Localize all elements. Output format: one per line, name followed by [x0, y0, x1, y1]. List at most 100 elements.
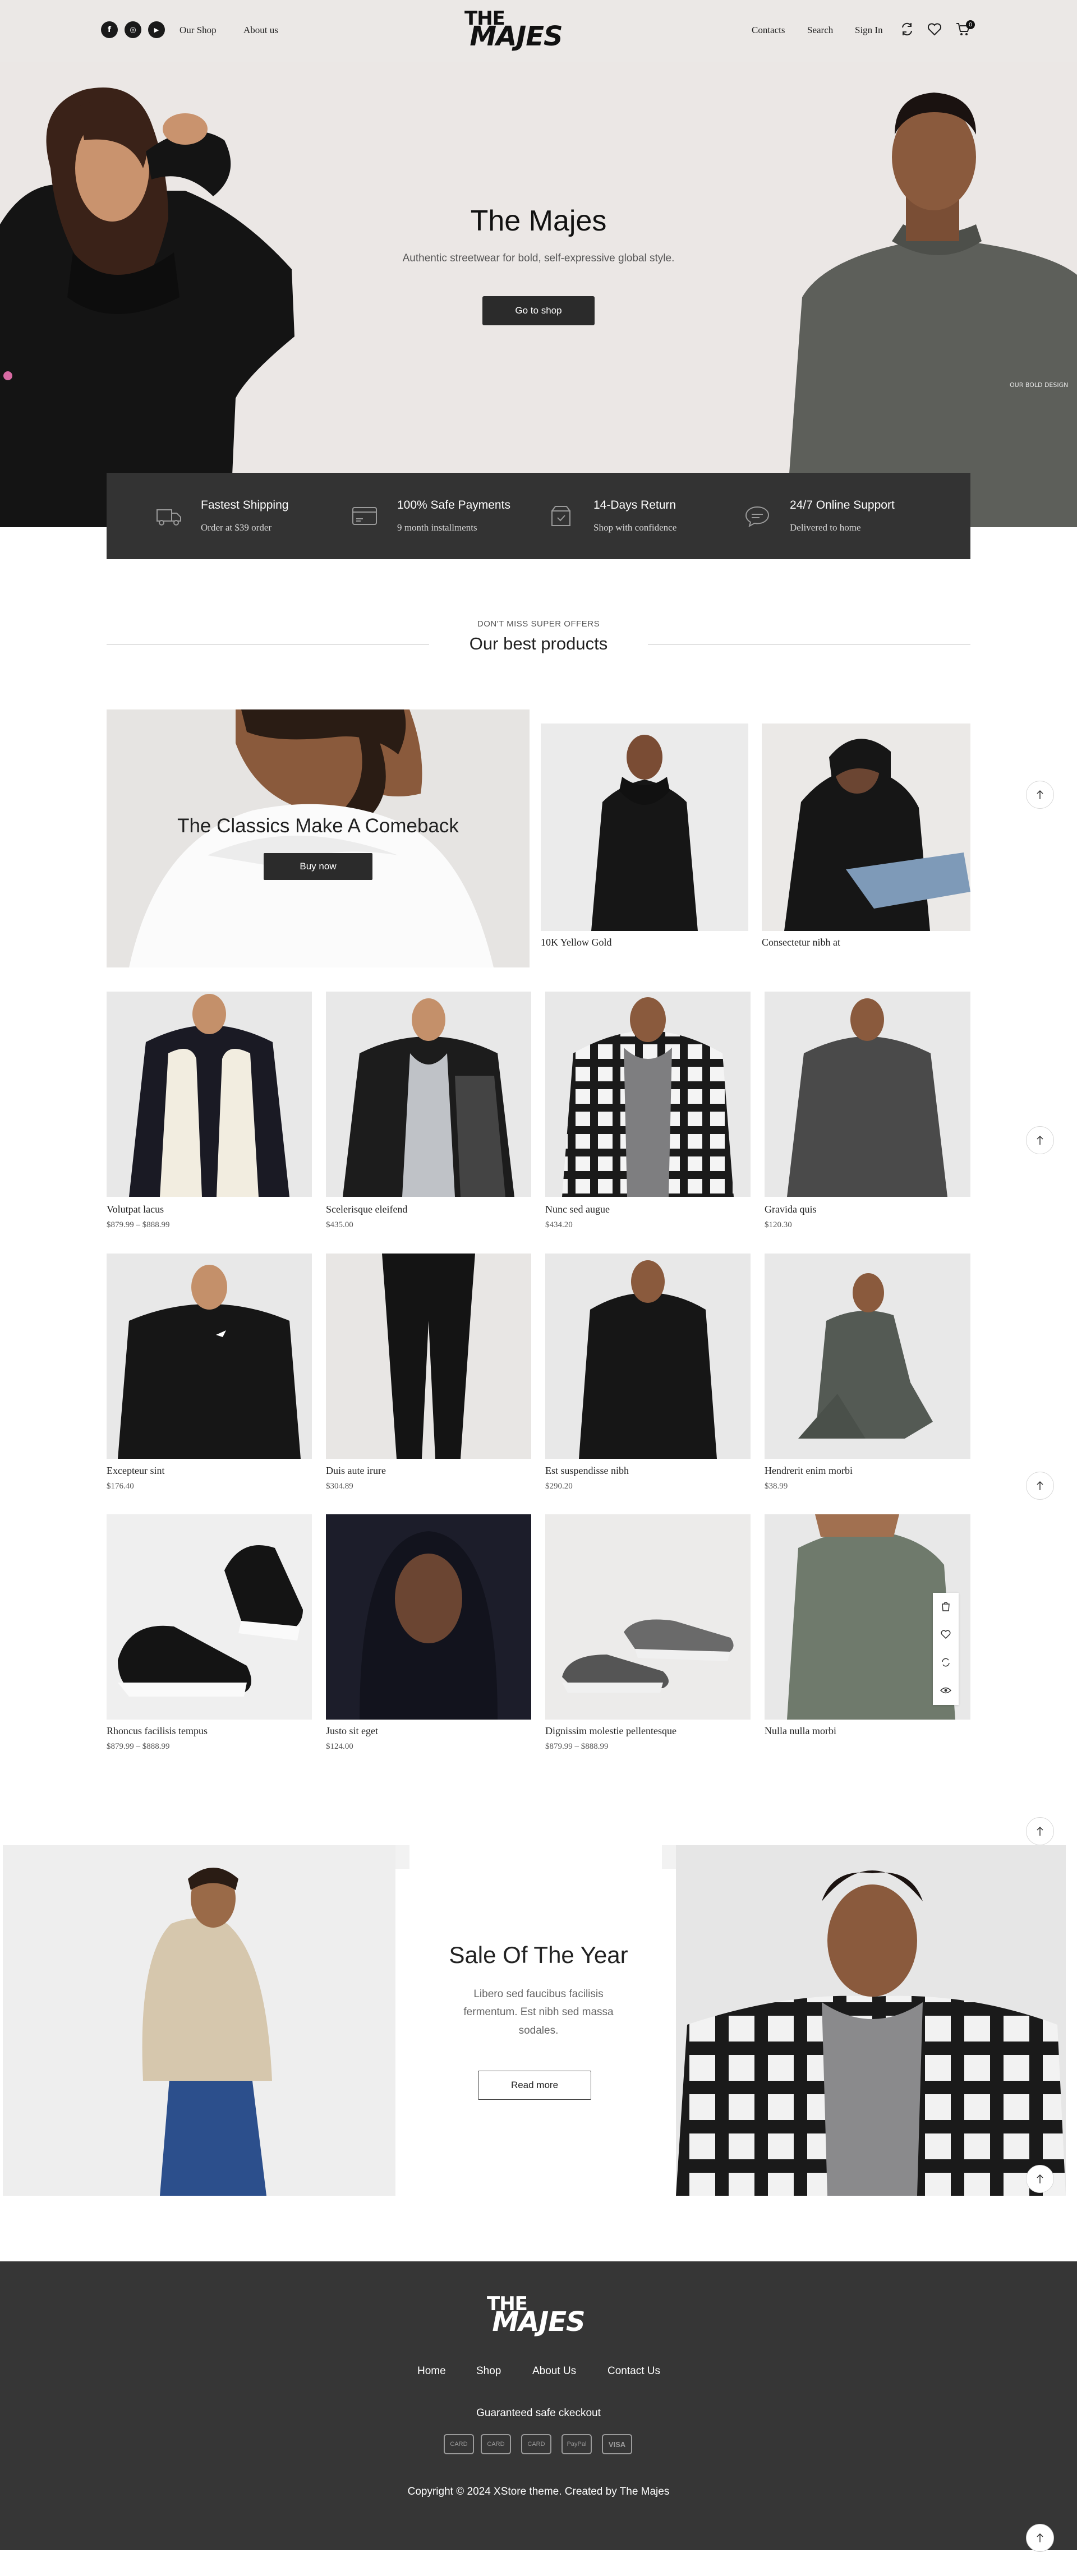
product-name[interactable]: Scelerisque eleifend	[326, 1204, 407, 1215]
nav-search[interactable]: Search	[807, 25, 833, 36]
product-name[interactable]: Volutpat lacus	[107, 1204, 164, 1215]
read-more-button[interactable]: Read more	[478, 2071, 591, 2100]
product-name[interactable]: Consectetur nibh at	[762, 937, 840, 948]
feature-subtitle: 9 month installments	[397, 522, 477, 533]
product-image[interactable]	[765, 1254, 970, 1459]
product-image[interactable]	[545, 992, 751, 1197]
compare-icon[interactable]	[899, 21, 915, 37]
product-price: $176.40	[107, 1482, 134, 1491]
feature-title: 14-Days Return	[593, 499, 676, 511]
product-name[interactable]: Excepteur sint	[107, 1465, 164, 1477]
offers-title: Our best products	[469, 634, 608, 653]
heart-icon[interactable]	[940, 1629, 951, 1640]
footer-logo[interactable]: THE MAJES	[477, 2294, 600, 2338]
logo-line-2: MAJES	[470, 20, 563, 52]
product-name[interactable]: Nulla nulla morbi	[765, 1725, 836, 1737]
footer-link-contact[interactable]: Contact Us	[607, 2365, 660, 2377]
feature-support: 24/7 Online Support Delivered to home	[744, 473, 940, 559]
product-image[interactable]	[545, 1254, 751, 1459]
product-image[interactable]	[107, 992, 312, 1197]
nav-sign-in[interactable]: Sign In	[855, 25, 883, 36]
buy-now-button[interactable]: Buy now	[264, 853, 372, 880]
go-to-shop-button[interactable]: Go to shop	[482, 296, 595, 325]
feature-shipping: Fastest Shipping Order at $39 order	[155, 473, 351, 559]
product-image[interactable]	[765, 1514, 970, 1720]
feature-subtitle: Shop with confidence	[593, 522, 677, 533]
arrow-up-icon	[1037, 1135, 1043, 1145]
product-image[interactable]	[326, 1254, 531, 1459]
payment-card-icon: CARD	[481, 2434, 511, 2454]
truck-icon	[157, 509, 181, 526]
footer-link-home[interactable]: Home	[417, 2365, 446, 2377]
product-name[interactable]: Duis aute irure	[326, 1465, 386, 1477]
eye-icon[interactable]	[940, 1685, 951, 1696]
scroll-to-top-button[interactable]	[1026, 1126, 1054, 1154]
instagram-icon[interactable]: ◎	[125, 21, 141, 38]
feature-payments: 100% Safe Payments 9 month installments	[351, 473, 547, 559]
youtube-icon[interactable]: ▶	[148, 21, 165, 38]
sale-model-left-image	[3, 1845, 395, 2196]
product-price: $879.99 – $888.99	[107, 1220, 170, 1229]
scroll-to-top-button[interactable]	[1026, 781, 1054, 809]
product-name[interactable]: Hendrerit enim morbi	[765, 1465, 853, 1477]
scroll-to-top-button[interactable]	[1026, 1472, 1054, 1500]
product-price: $38.99	[765, 1482, 788, 1491]
payment-card-icon: CARD	[521, 2434, 551, 2454]
sale-title: Sale Of The Year	[449, 1942, 628, 1968]
arrow-up-icon	[1037, 2533, 1043, 2542]
sale-description: Libero sed faucibus facilisis fermentum.…	[463, 1988, 614, 2036]
product-name[interactable]: Nunc sed augue	[545, 1204, 610, 1215]
logo-line-2: MAJES	[492, 2306, 585, 2338]
scroll-to-top-button[interactable]	[1026, 2524, 1054, 2552]
refresh-compare-icon[interactable]	[940, 1657, 951, 1668]
footer-link-about[interactable]: About Us	[532, 2365, 576, 2377]
nav-about-us[interactable]: About us	[243, 25, 278, 36]
payment-card-icon: CARD	[444, 2434, 474, 2454]
feature-title: 100% Safe Payments	[397, 499, 510, 511]
feature-title: Fastest Shipping	[201, 499, 289, 511]
facebook-icon[interactable]: f	[101, 21, 118, 38]
product-image[interactable]	[326, 992, 531, 1197]
product-price: $879.99 – $888.99	[545, 1742, 609, 1751]
sweatshirt-print: OUR BOLD DESIGN	[1010, 381, 1068, 389]
footer-link-shop[interactable]: Shop	[476, 2365, 501, 2377]
visa-icon: VISA	[602, 2434, 632, 2454]
sale-model-right-image	[676, 1845, 1066, 2196]
scroll-to-top-button[interactable]	[1026, 1817, 1054, 1845]
arrow-up-icon	[1037, 1481, 1043, 1490]
product-price: $435.00	[326, 1220, 353, 1229]
shopping-bag-icon[interactable]	[940, 1601, 951, 1612]
classics-banner[interactable]: The Classics Make A Comeback Buy now	[107, 709, 530, 967]
product-name[interactable]: Rhoncus facilisis tempus	[107, 1725, 208, 1737]
hero-model-right-image: OUR BOLD DESIGN	[780, 73, 1077, 527]
product-image[interactable]	[326, 1514, 531, 1720]
product-image[interactable]	[765, 992, 970, 1197]
return-box-icon	[551, 506, 570, 526]
product-name[interactable]: Justo sit eget	[326, 1725, 378, 1737]
feature-subtitle: Delivered to home	[790, 522, 861, 533]
feature-returns: 14-Days Return Shop with confidence	[547, 473, 744, 559]
arrow-up-icon	[1037, 1826, 1043, 1836]
hero-section: OUR BOLD DESIGN The Majes Authentic stre…	[0, 62, 1077, 527]
product-image[interactable]	[545, 1514, 751, 1720]
product-price: $879.99 – $888.99	[107, 1742, 170, 1751]
copyright-text: Copyright © 2024 XStore theme. Created b…	[407, 2486, 670, 2497]
arrow-up-icon	[1037, 790, 1043, 799]
nav-our-shop[interactable]: Our Shop	[180, 25, 217, 36]
product-image[interactable]	[107, 1254, 312, 1459]
product-name[interactable]: Est suspendisse nibh	[545, 1465, 629, 1477]
arrow-up-icon	[1037, 2174, 1043, 2183]
site-logo[interactable]: THE MAJES	[454, 9, 578, 52]
product-image[interactable]	[541, 724, 748, 931]
product-quick-actions	[933, 1593, 959, 1705]
product-name[interactable]: Dignissim molestie pellentesque	[545, 1725, 676, 1737]
wishlist-heart-icon[interactable]	[927, 21, 942, 37]
features-bar: Fastest Shipping Order at $39 order 100%…	[107, 473, 970, 559]
paypal-icon: PayPal	[561, 2434, 592, 2454]
product-image[interactable]	[107, 1514, 312, 1720]
product-name[interactable]: 10K Yellow Gold	[541, 937, 612, 948]
product-image[interactable]	[762, 724, 970, 931]
product-name[interactable]: Gravida quis	[765, 1204, 816, 1215]
scroll-to-top-button[interactable]	[1026, 2165, 1054, 2193]
nav-contacts[interactable]: Contacts	[752, 25, 785, 36]
